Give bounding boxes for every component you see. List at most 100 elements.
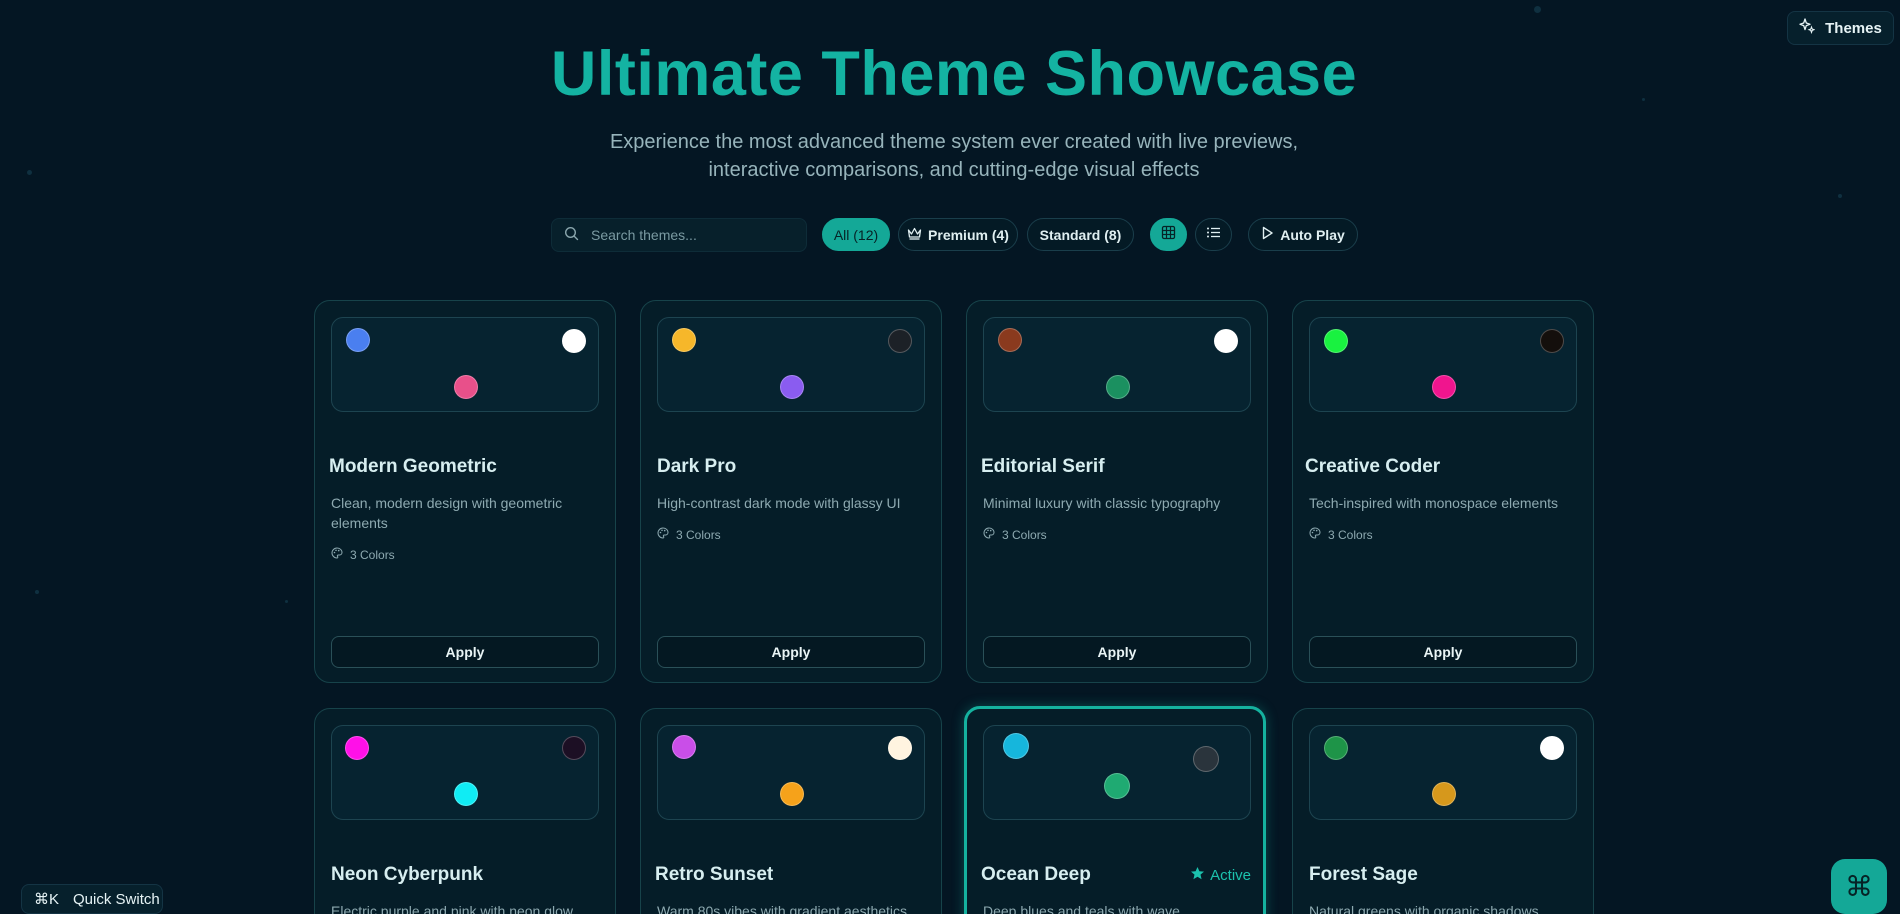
palette-icon [657, 527, 669, 542]
search-icon [564, 226, 579, 244]
auto-play-button[interactable]: Auto Play [1248, 218, 1358, 251]
theme-preview [331, 317, 599, 412]
theme-card-active[interactable]: Ocean Deep Active Deep blues and teals w… [964, 706, 1266, 914]
theme-preview [331, 725, 599, 820]
background-dot [1534, 6, 1541, 13]
background-dot [1838, 194, 1842, 198]
filter-all-label: All (12) [833, 226, 879, 243]
color-swatch [1214, 329, 1238, 353]
theme-preview [983, 317, 1251, 412]
command-palette-button[interactable]: ⌘ [1831, 859, 1887, 914]
background-dot [35, 590, 39, 594]
play-icon [1261, 226, 1274, 243]
color-swatch [780, 782, 804, 806]
color-count: 3 Colors [657, 527, 721, 542]
theme-preview [983, 725, 1251, 820]
theme-name: Editorial Serif [981, 456, 1105, 477]
theme-name: Ocean Deep [981, 864, 1091, 885]
color-count-label: 3 Colors [1002, 527, 1047, 542]
theme-preview [657, 725, 925, 820]
theme-description: Natural greens with organic shadows [1309, 903, 1539, 914]
theme-card[interactable]: Creative Coder Tech-inspired with monosp… [1292, 300, 1594, 683]
theme-card[interactable]: Editorial Serif Minimal luxury with clas… [966, 300, 1268, 683]
apply-button[interactable]: Apply [983, 636, 1251, 668]
color-swatch [1432, 375, 1456, 399]
quick-switch-label: Quick Switch [73, 890, 160, 908]
color-swatch [888, 329, 912, 353]
search-input[interactable] [591, 227, 791, 243]
color-swatch [562, 736, 586, 760]
subtitle-line: Experience the most advanced theme syste… [609, 131, 1299, 153]
color-swatch [1193, 746, 1219, 772]
subtitle-line: interactive comparisons, and cutting-edg… [708, 159, 1200, 181]
theme-card[interactable]: Retro Sunset Warm 80s vibes with gradien… [640, 708, 942, 914]
color-count: 3 Colors [1309, 527, 1373, 542]
color-swatch [1003, 733, 1029, 759]
background-dot [285, 600, 288, 603]
apply-button[interactable]: Apply [331, 636, 599, 668]
palette-icon [983, 527, 995, 542]
color-swatch [1540, 736, 1564, 760]
theme-name: Retro Sunset [655, 864, 774, 885]
theme-card[interactable]: Dark Pro High-contrast dark mode with gl… [640, 300, 942, 683]
list-icon [1206, 226, 1221, 244]
palette-icon [331, 547, 343, 562]
theme-name: Dark Pro [657, 456, 737, 477]
apply-button[interactable]: Apply [657, 636, 925, 668]
palette-icon [1309, 527, 1321, 542]
sparkles-icon [1799, 18, 1816, 38]
themes-button-label: Themes [1825, 19, 1882, 37]
color-swatch [888, 736, 912, 760]
color-swatch [1106, 375, 1130, 399]
auto-play-label: Auto Play [1280, 226, 1345, 243]
quick-switch-button[interactable]: ⌘K Quick Switch [21, 884, 163, 914]
active-label: Active [1210, 867, 1251, 884]
page-title: Ultimate Theme Showcase [550, 39, 1358, 109]
theme-name: Creative Coder [1305, 456, 1441, 477]
search-box[interactable] [551, 218, 807, 252]
color-swatch [672, 328, 696, 352]
theme-description: High-contrast dark mode with glassy UI [657, 495, 901, 511]
theme-name: Forest Sage [1309, 864, 1418, 885]
color-count-label: 3 Colors [676, 527, 721, 542]
grid-icon [1161, 225, 1176, 245]
theme-name: Modern Geometric [329, 456, 497, 477]
color-swatch [1432, 782, 1456, 806]
quick-switch-shortcut: ⌘K [34, 891, 60, 908]
theme-preview [1309, 317, 1577, 412]
theme-preview [1309, 725, 1577, 820]
color-swatch [1324, 329, 1348, 353]
theme-card[interactable]: Modern Geometric Clean, modern design wi… [314, 300, 616, 683]
color-swatch [454, 782, 478, 806]
theme-name: Neon Cyberpunk [331, 864, 484, 885]
color-count-label: 3 Colors [1328, 527, 1373, 542]
theme-card[interactable]: Forest Sage Natural greens with organic … [1292, 708, 1594, 914]
color-swatch [1324, 736, 1348, 760]
color-swatch [1104, 773, 1130, 799]
active-badge: Active [1190, 866, 1251, 885]
crown-icon [907, 227, 922, 243]
page-subtitle: Experience the most advanced theme syste… [0, 128, 1900, 184]
filter-standard-label: Standard (8) [1039, 226, 1122, 243]
theme-preview [657, 317, 925, 412]
color-swatch [454, 375, 478, 399]
filter-all-button[interactable]: All (12) [822, 218, 890, 251]
theme-description: Deep blues and teals with wave [983, 903, 1180, 914]
color-swatch [780, 375, 804, 399]
grid-view-button[interactable] [1150, 218, 1187, 251]
color-swatch [998, 328, 1022, 352]
color-swatch [1540, 329, 1564, 353]
theme-description: Tech-inspired with monospace elements [1309, 495, 1559, 511]
filter-premium-label: Premium (4) [928, 226, 1009, 243]
theme-description: Minimal luxury with classic typography [983, 495, 1221, 511]
color-swatch [562, 329, 586, 353]
filter-premium-button[interactable]: Premium (4) [898, 218, 1018, 251]
color-swatch [346, 328, 370, 352]
theme-description: Electric purple and pink with neon glow [331, 903, 574, 914]
theme-card[interactable]: Neon Cyberpunk Electric purple and pink … [314, 708, 616, 914]
color-swatch [345, 736, 369, 760]
apply-button[interactable]: Apply [1309, 636, 1577, 668]
filter-standard-button[interactable]: Standard (8) [1027, 218, 1134, 251]
list-view-button[interactable] [1195, 218, 1232, 251]
command-icon: ⌘ [1845, 871, 1873, 902]
